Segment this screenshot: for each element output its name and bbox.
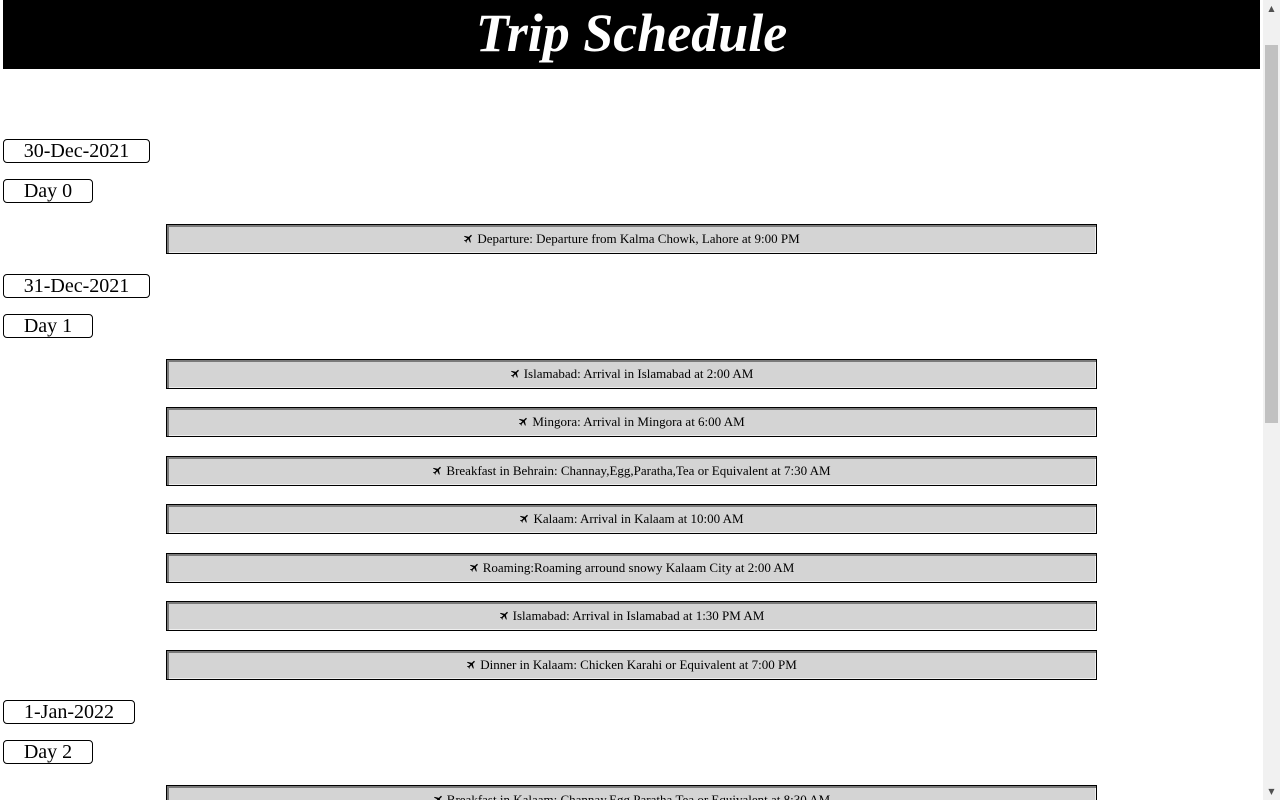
page-title: Trip Schedule	[3, 0, 1260, 69]
date-badge: 1-Jan-2022	[3, 700, 135, 724]
scroll-up-arrow-icon[interactable]: ▲	[1263, 0, 1280, 17]
date-badge: 31-Dec-2021	[3, 274, 150, 298]
date-badge: 30-Dec-2021	[3, 139, 150, 163]
event-item: Breakfast in Behrain: Channay,Egg,Parath…	[166, 456, 1097, 486]
scrollbar-thumb[interactable]	[1265, 45, 1278, 423]
event-item: Mingora: Arrival in Mingora at 6:00 AM	[166, 407, 1097, 437]
event-text: Islamabad: Arrival in Islamabad at 1:30 …	[512, 608, 765, 623]
event-item: Breakfast in Kalaam: Channay,Egg,Paratha…	[166, 785, 1097, 800]
plane-icon	[519, 417, 528, 426]
day-badge: Day 1	[3, 314, 93, 338]
event-text: Mingora: Arrival in Mingora at 6:00 AM	[532, 414, 745, 429]
event-item: Roaming:Roaming arround snowy Kalaam Cit…	[166, 553, 1097, 583]
event-item: Islamabad: Arrival in Islamabad at 2:00 …	[166, 359, 1097, 389]
event-item: Departure: Departure from Kalma Chowk, L…	[166, 224, 1097, 254]
plane-icon	[499, 611, 508, 620]
vertical-scrollbar[interactable]: ▲ ▼	[1263, 0, 1280, 800]
event-text: Dinner in Kalaam: Chicken Karahi or Equi…	[480, 657, 797, 672]
scroll-down-arrow-icon[interactable]: ▼	[1263, 783, 1280, 800]
event-text: Breakfast in Kalaam: Channay,Egg,Paratha…	[446, 792, 831, 800]
plane-icon	[464, 234, 473, 243]
plane-icon	[467, 660, 475, 669]
event-item: Dinner in Kalaam: Chicken Karahi or Equi…	[166, 650, 1097, 680]
plane-icon	[469, 563, 478, 572]
event-item: Kalaam: Arrival in Kalaam at 10:00 AM	[166, 504, 1097, 534]
event-text: Departure: Departure from Kalma Chowk, L…	[477, 231, 800, 246]
page-content: Trip Schedule 30-Dec-2021 Day 0 Departur…	[0, 0, 1263, 800]
plane-icon	[433, 795, 442, 800]
day-badge: Day 0	[3, 179, 93, 203]
day-badge: Day 2	[3, 740, 93, 764]
event-text: Roaming:Roaming arround snowy Kalaam Cit…	[482, 560, 795, 575]
event-text: Breakfast in Behrain: Channay,Egg,Parath…	[446, 463, 831, 478]
event-item: Islamabad: Arrival in Islamabad at 1:30 …	[166, 601, 1097, 631]
plane-icon	[520, 514, 529, 523]
event-text: Kalaam: Arrival in Kalaam at 10:00 AM	[533, 511, 744, 526]
plane-icon	[433, 466, 442, 475]
plane-icon	[510, 369, 519, 378]
event-text: Islamabad: Arrival in Islamabad at 2:00 …	[523, 366, 754, 381]
